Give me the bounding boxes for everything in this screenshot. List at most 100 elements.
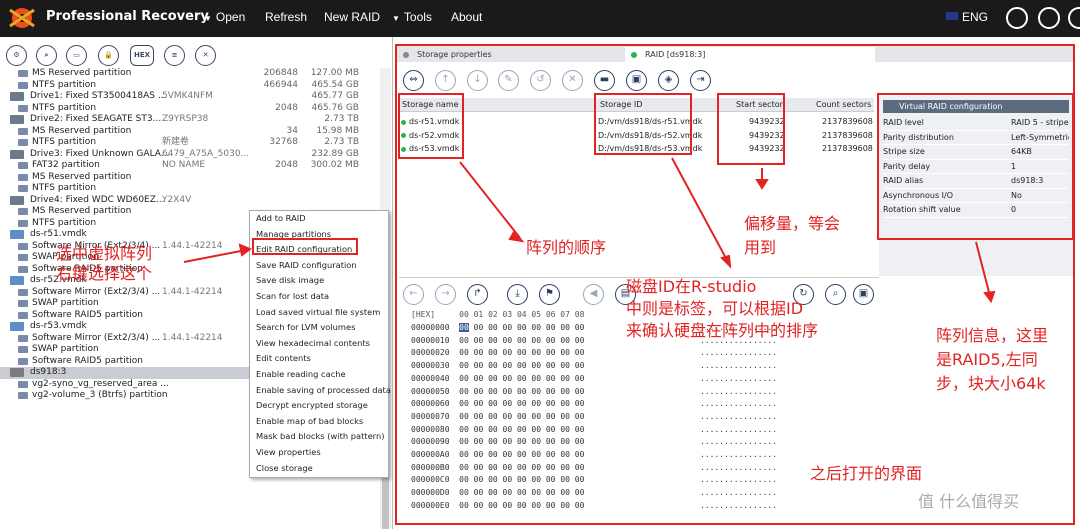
edit-icon[interactable]: ✎ xyxy=(498,70,519,91)
hex-bytes[interactable]: 00 00 00 00 00 00 00 00 00 xyxy=(459,412,584,421)
hex-row[interactable]: 00000090 00 00 00 00 00 00 00 00 00 ....… xyxy=(411,437,777,446)
col-count-sectors[interactable]: Count sectors xyxy=(816,99,871,111)
context-menu-item[interactable]: Enable map of bad blocks xyxy=(250,414,388,430)
context-menu-item[interactable]: Save RAID configuration xyxy=(250,258,388,274)
hex-cursor[interactable]: 00 xyxy=(459,323,469,332)
tab-storage-properties[interactable]: Storage properties xyxy=(397,47,625,62)
tree-row[interactable]: Drive4: Fixed WDC WD60EZ... Y2X4V xyxy=(0,195,380,207)
context-menu-item[interactable]: Save disk image xyxy=(250,273,388,289)
tree-row[interactable]: MS Reserved partition 206848 127.00 MB xyxy=(0,68,380,80)
tree-row[interactable]: Drive1: Fixed ST3500418AS ... 5VMK4NFM 465… xyxy=(0,91,380,103)
count-sectors-cell[interactable]: 2137839608 xyxy=(822,143,873,155)
remove-icon[interactable]: ✕ xyxy=(562,70,583,91)
menu-icon[interactable] xyxy=(1068,7,1080,29)
hex-bytes[interactable]: 00 00 00 00 00 00 00 00 00 xyxy=(459,501,584,510)
context-menu-item[interactable]: View properties xyxy=(250,445,388,461)
context-menu-item[interactable]: Enable saving of processed data xyxy=(250,383,391,399)
download-icon[interactable]: ⤓ xyxy=(507,284,528,305)
hex-row[interactable]: 00000040 00 00 00 00 00 00 00 00 00 ....… xyxy=(411,374,777,383)
hex-row[interactable]: 000000E0 00 00 00 00 00 00 00 00 00 ....… xyxy=(411,501,777,510)
context-menu-item[interactable]: Scan for lost data xyxy=(250,289,388,305)
context-menu-item[interactable]: Load saved virtual file system xyxy=(250,305,388,321)
tree-row[interactable]: Drive3: Fixed Unknown GALA... 6479_A75A_5… xyxy=(0,149,380,161)
hex-bytes[interactable]: 00 00 00 00 00 00 00 00 00 xyxy=(459,336,584,345)
goto-icon[interactable]: ↱ xyxy=(467,284,488,305)
tree-row[interactable]: NTFS partition 新建卷 32768 2.73 TB xyxy=(0,137,380,149)
hex-row[interactable]: 00000080 00 00 00 00 00 00 00 00 00 ....… xyxy=(411,425,777,434)
bookmark-icon[interactable]: ⚑ xyxy=(539,284,560,305)
move-down-icon[interactable]: ↓ xyxy=(467,70,488,91)
hex-row[interactable]: 00000070 00 00 00 00 00 00 00 00 00 ....… xyxy=(411,412,777,421)
undo-icon[interactable]: ↺ xyxy=(530,70,551,91)
hex-row[interactable]: 00000030 00 00 00 00 00 00 00 00 00 ....… xyxy=(411,361,777,370)
context-menu-item[interactable]: Mask bad blocks (with pattern) xyxy=(250,429,388,445)
hex-bytes[interactable]: 00 00 00 00 00 00 00 00 00 xyxy=(459,348,584,357)
save-hex-icon[interactable]: ▣ xyxy=(853,284,874,305)
menu-refresh[interactable]: Refresh xyxy=(265,10,307,24)
hex-row[interactable]: 00000050 00 00 00 00 00 00 00 00 00 ....… xyxy=(411,387,777,396)
tree-row-size: 465.76 GB xyxy=(311,102,359,113)
context-menu-item[interactable]: Decrypt encrypted storage xyxy=(250,398,388,414)
layers-icon[interactable]: ◈ xyxy=(658,70,679,91)
lock-icon[interactable]: 🔒 xyxy=(98,45,119,66)
context-menu-item[interactable]: Add to RAID xyxy=(250,211,388,227)
count-sectors-cell[interactable]: 2137839608 xyxy=(822,130,873,142)
tree-row[interactable]: MS Reserved partition xyxy=(0,172,380,184)
close-icon[interactable]: ✕ xyxy=(195,45,216,66)
hex-row[interactable]: 000000C0 00 00 00 00 00 00 00 00 00 ....… xyxy=(411,475,777,484)
panel-toggle-icon[interactable] xyxy=(1038,7,1060,29)
context-menu-item[interactable]: Edit contents xyxy=(250,351,388,367)
tree-row[interactable]: NTFS partition 466944 465.54 GB xyxy=(0,80,380,92)
menu-about[interactable]: About xyxy=(451,10,482,24)
hex-row[interactable]: 000000A0 00 00 00 00 00 00 00 00 00 ....… xyxy=(411,450,777,459)
context-menu-item[interactable]: View hexadecimal contents xyxy=(250,336,388,352)
tree-row[interactable]: NTFS partition xyxy=(0,183,380,195)
open-folder-icon[interactable]: ▬ xyxy=(594,70,615,91)
hex-bytes[interactable]: 00 00 00 00 00 00 00 00 00 xyxy=(459,425,584,434)
hex-bytes[interactable]: 00 00 00 00 00 00 00 00 00 xyxy=(459,437,584,446)
hex-bytes[interactable]: 00 00 00 00 00 00 00 00 00 xyxy=(459,374,584,383)
raid-layout-icon[interactable]: ⇔ xyxy=(403,70,424,91)
hex-bytes[interactable]: 00 00 00 00 00 00 00 00 00 xyxy=(459,387,584,396)
hex-bytes[interactable]: 00 00 00 00 00 00 00 00 00 xyxy=(459,361,584,370)
context-menu-item[interactable]: Enable reading cache xyxy=(250,367,388,383)
keyboard-icon[interactable] xyxy=(1006,7,1028,29)
tree-row[interactable]: MS Reserved partition 34 15.98 MB xyxy=(0,126,380,138)
hex-row[interactable]: 000000B0 00 00 00 00 00 00 00 00 00 ....… xyxy=(411,463,777,472)
find-icon[interactable]: ⌕ xyxy=(825,284,846,305)
hex-header: [HEX] 00 01 02 03 04 05 06 07 08 xyxy=(411,310,585,319)
context-menu-item[interactable]: Search for LVM volumes xyxy=(250,320,388,336)
menu-new-raid[interactable]: New RAID xyxy=(324,10,380,24)
hex-bytes[interactable]: 00 00 00 00 00 00 00 00 00 xyxy=(459,450,584,459)
language-selector[interactable]: ENG xyxy=(946,10,988,24)
forward-icon[interactable]: → xyxy=(435,284,456,305)
hex-bytes[interactable]: 00 00 00 00 00 00 00 00 00 xyxy=(459,463,584,472)
tab-raid[interactable]: RAID [ds918:3] xyxy=(625,47,875,62)
image-icon[interactable]: ▭ xyxy=(66,45,87,66)
move-up-icon[interactable]: ↑ xyxy=(435,70,456,91)
tree-row[interactable]: NTFS partition 2048 465.76 GB xyxy=(0,103,380,115)
back-icon[interactable]: ← xyxy=(403,284,424,305)
hex-bytes[interactable]: 00 00 00 00 00 00 00 00 00 xyxy=(459,475,584,484)
hex-row[interactable]: 00000060 00 00 00 00 00 00 00 00 00 ....… xyxy=(411,399,777,408)
hex-bytes[interactable]: 00 00 00 00 00 00 00 00 00 xyxy=(459,399,584,408)
prev-icon[interactable]: ◀ xyxy=(583,284,604,305)
count-sectors-cell[interactable]: 2137839608 xyxy=(822,116,873,128)
hex-row[interactable]: 00000020 00 00 00 00 00 00 00 00 00 ....… xyxy=(411,348,777,357)
hex-view-button[interactable]: HEX xyxy=(130,45,154,66)
scan-icon[interactable]: ⚙ xyxy=(6,45,27,66)
hex-bytes[interactable]: 00 00 00 00 00 00 00 00 00 xyxy=(459,488,584,497)
menu-tools[interactable]: ▼ Tools xyxy=(392,10,432,24)
export-icon[interactable]: ⇥ xyxy=(690,70,711,91)
tree-row[interactable]: FAT32 partition NO NAME 2048 300.02 MB xyxy=(0,160,380,172)
list-icon[interactable]: ≡ xyxy=(164,45,185,66)
hex-address: 00000020 xyxy=(411,348,450,358)
menu-open[interactable]: ▼ Open xyxy=(204,10,245,24)
save-icon[interactable]: ▣ xyxy=(626,70,647,91)
context-menu-item[interactable]: Close storage xyxy=(250,461,388,477)
search-icon[interactable]: ⌕ xyxy=(36,45,57,66)
hex-row[interactable]: 000000D0 00 00 00 00 00 00 00 00 00 ....… xyxy=(411,488,777,497)
app-title: Professional Recovery xyxy=(46,9,209,24)
hex-bytes[interactable]: 00 00 00 00 00 00 00 00 00 xyxy=(459,323,584,332)
tree-row[interactable]: Drive2: Fixed SEAGATE ST3... Z9YRSP38 2.73… xyxy=(0,114,380,126)
